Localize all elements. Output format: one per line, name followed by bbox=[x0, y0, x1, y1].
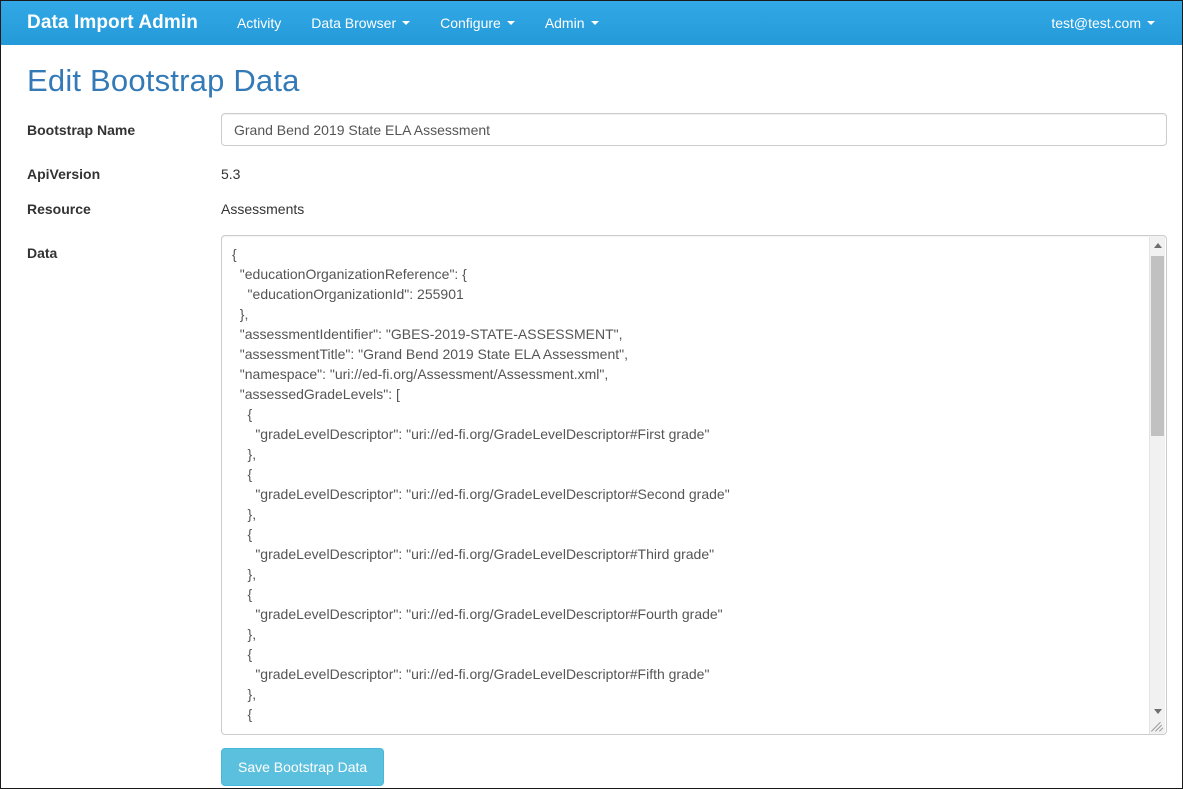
nav-item-activity-label: Activity bbox=[236, 15, 282, 31]
data-label: Data bbox=[27, 245, 58, 261]
nav-item-admin-label: Admin bbox=[544, 15, 585, 31]
save-bootstrap-data-button[interactable]: Save Bootstrap Data bbox=[221, 748, 385, 786]
triangle-down-icon bbox=[1153, 708, 1162, 714]
data-textarea-wrapper: { "educationOrganizationReference": { "e… bbox=[221, 235, 1167, 735]
api-version-label: ApiVersion bbox=[27, 166, 101, 182]
nav-item-data-browser[interactable]: Data Browser bbox=[296, 1, 425, 45]
user-email-label: test@test.com bbox=[1051, 15, 1141, 31]
navbar-right: test@test.com bbox=[1036, 1, 1182, 45]
data-textarea[interactable]: { "educationOrganizationReference": { "e… bbox=[221, 235, 1167, 735]
scroll-up-button[interactable] bbox=[1150, 237, 1165, 253]
scrollbar-track[interactable] bbox=[1150, 253, 1165, 719]
bootstrap-name-label: Bootstrap Name bbox=[27, 122, 136, 138]
page-title: Edit Bootstrap Data bbox=[27, 63, 300, 98]
bootstrap-name-input[interactable] bbox=[221, 113, 1167, 146]
resize-grip-line bbox=[1159, 727, 1164, 732]
nav-item-admin[interactable]: Admin bbox=[530, 1, 614, 45]
nav-item-configure-label: Configure bbox=[440, 15, 501, 31]
resource-label: Resource bbox=[27, 201, 91, 217]
data-textarea-content[interactable]: { "educationOrganizationReference": { "e… bbox=[232, 244, 1142, 728]
scroll-down-button[interactable] bbox=[1150, 703, 1165, 719]
chevron-down-icon bbox=[402, 21, 411, 25]
navbar-brand[interactable]: Data Import Admin bbox=[1, 1, 213, 45]
data-textarea-scrollbar[interactable] bbox=[1149, 237, 1165, 734]
resource-value: Assessments bbox=[221, 201, 305, 217]
triangle-up-icon bbox=[1153, 242, 1162, 248]
navbar-menu: Activity Data Browser Configure Admin bbox=[222, 1, 614, 45]
nav-item-activity[interactable]: Activity bbox=[222, 1, 296, 45]
app-window: Data Import Admin Activity Data Browser … bbox=[0, 0, 1183, 789]
chevron-down-icon bbox=[590, 21, 599, 25]
page-content: Edit Bootstrap Data bbox=[1, 45, 1182, 99]
resize-grip-icon[interactable] bbox=[1150, 718, 1165, 733]
user-menu[interactable]: test@test.com bbox=[1036, 1, 1170, 45]
chevron-down-icon bbox=[506, 21, 515, 25]
nav-item-data-browser-label: Data Browser bbox=[311, 15, 397, 31]
chevron-down-icon bbox=[1147, 21, 1155, 25]
nav-item-configure[interactable]: Configure bbox=[425, 1, 530, 45]
scrollbar-thumb[interactable] bbox=[1151, 256, 1164, 436]
top-navbar: Data Import Admin Activity Data Browser … bbox=[1, 1, 1182, 45]
api-version-value: 5.3 bbox=[221, 166, 241, 182]
